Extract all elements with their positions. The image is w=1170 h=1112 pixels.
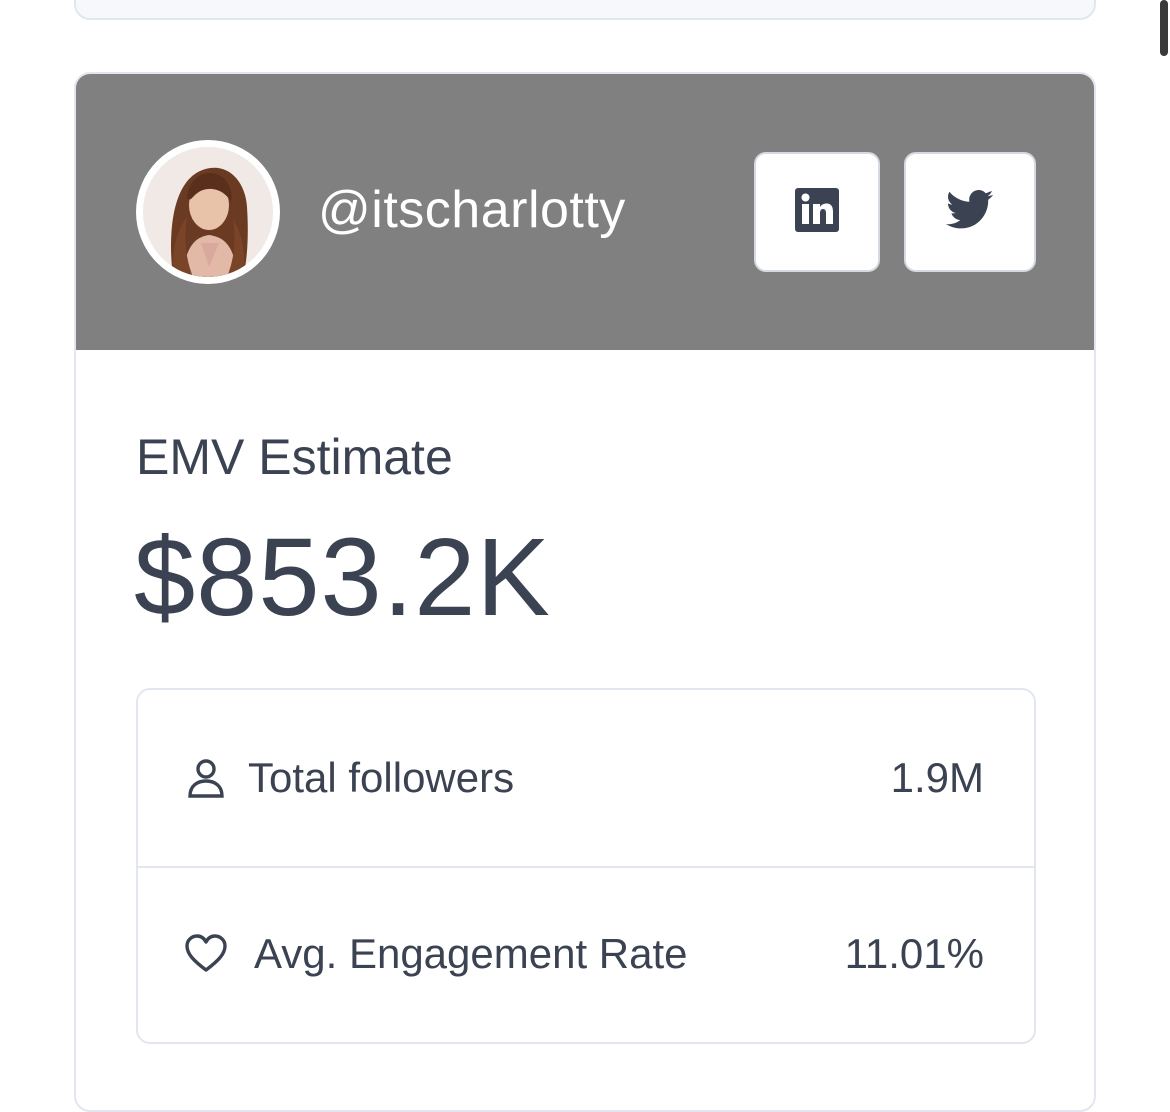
username-handle[interactable]: @itscharlotty bbox=[318, 180, 626, 240]
stat-row-followers: Total followers 1.9M bbox=[138, 690, 1034, 868]
engagement-value: 11.01% bbox=[844, 930, 984, 977]
emv-label: EMV Estimate bbox=[136, 429, 453, 485]
card-header: @itscharlotty bbox=[76, 74, 1094, 350]
twitter-icon bbox=[946, 189, 994, 235]
linkedin-icon bbox=[795, 187, 839, 237]
twitter-button[interactable] bbox=[904, 152, 1036, 272]
user-icon bbox=[184, 756, 228, 800]
emv-value: $853.2K bbox=[134, 516, 551, 639]
stat-row-engagement: Avg. Engagement Rate 11.01% bbox=[138, 866, 1034, 1042]
followers-label: Total followers bbox=[248, 754, 515, 801]
heart-icon bbox=[184, 932, 228, 976]
previous-card bbox=[74, 0, 1096, 20]
followers-value: 1.9M bbox=[890, 754, 984, 801]
linkedin-button[interactable] bbox=[754, 152, 880, 272]
avatar[interactable] bbox=[136, 140, 280, 284]
avatar-photo bbox=[143, 147, 273, 277]
scrollbar[interactable] bbox=[1160, 0, 1168, 56]
influencer-card: @itscharlotty EMV Estimate $853.2K Total… bbox=[74, 72, 1096, 1112]
stats-panel: Total followers 1.9M Avg. Engagement Rat… bbox=[136, 688, 1036, 1044]
engagement-label: Avg. Engagement Rate bbox=[254, 930, 688, 977]
